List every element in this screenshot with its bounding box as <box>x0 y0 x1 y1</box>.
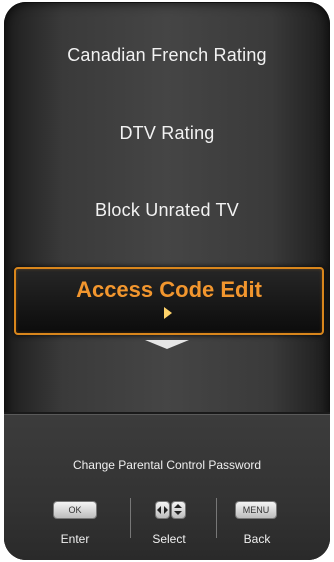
selected-item-label: Access Code Edit <box>76 277 262 302</box>
right-arrow-icon <box>164 307 172 319</box>
menu-item-label: Block Unrated TV <box>95 200 239 220</box>
menu-item-label: DTV Rating <box>119 123 215 143</box>
enter-caption: Enter <box>60 532 90 546</box>
button-separator <box>216 498 217 538</box>
menu-item-label: Canadian French Rating <box>67 45 267 65</box>
menu-item-block-unrated-tv[interactable]: Block Unrated TV <box>4 200 330 221</box>
menu-item-canadian-french-rating[interactable]: Canadian French Rating <box>4 45 330 66</box>
menu-item-dtv-rating[interactable]: DTV Rating <box>4 123 330 144</box>
footer-divider <box>4 412 330 414</box>
menu-panel: Canadian French Rating DTV Rating Block … <box>4 2 330 560</box>
left-right-arrows-icon[interactable] <box>156 502 169 518</box>
back-caption: Back <box>243 532 271 546</box>
footer-hint: Change Parental Control Password <box>72 458 262 472</box>
button-separator <box>130 498 131 538</box>
menu-key-icon[interactable]: MENU <box>236 502 276 518</box>
ok-key-icon[interactable]: OK <box>54 502 96 518</box>
scroll-down-arrow-icon[interactable] <box>145 340 189 349</box>
up-down-arrows-icon[interactable] <box>172 502 185 518</box>
menu-item-access-code-edit[interactable]: Access Code Edit <box>14 267 324 335</box>
select-caption: Select <box>152 532 186 546</box>
